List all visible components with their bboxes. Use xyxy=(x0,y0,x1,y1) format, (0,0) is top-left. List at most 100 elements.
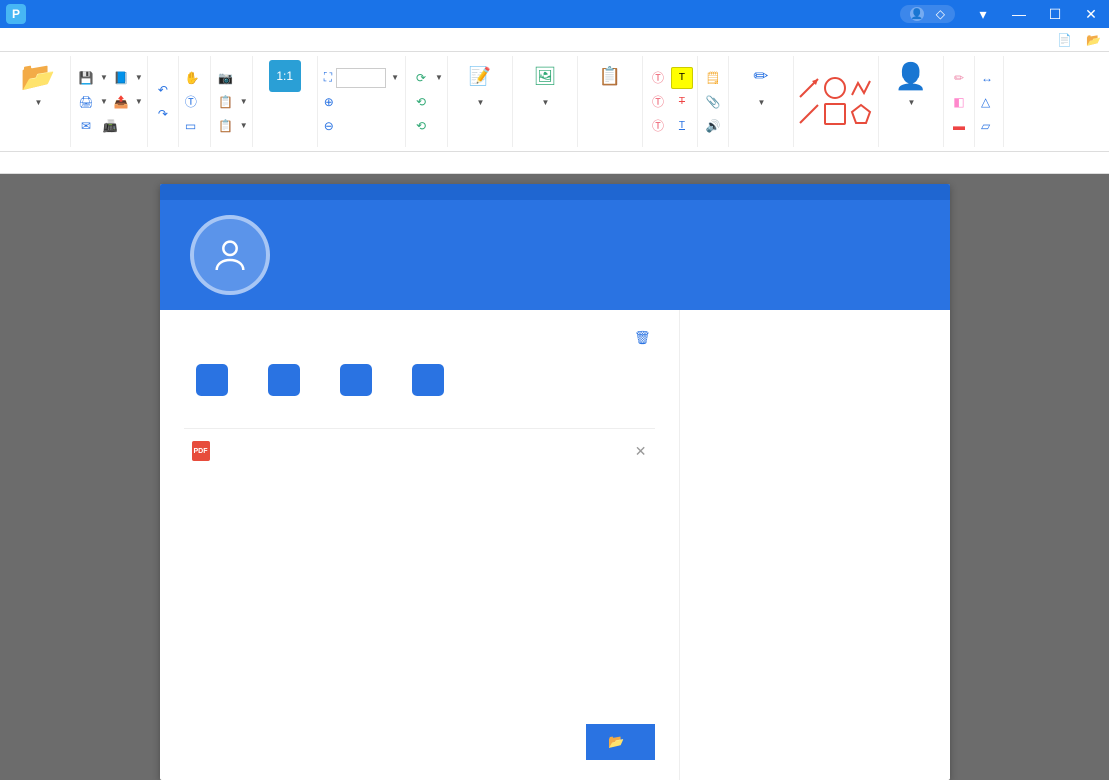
rec-icon-compress xyxy=(340,364,372,396)
sound-tool[interactable]: 🔊 xyxy=(702,115,724,137)
app-logo-icon: P xyxy=(6,4,26,24)
window-controls: ▾ — ☐ ✕ xyxy=(965,0,1109,28)
hero-banner xyxy=(160,200,950,310)
stamp-icon: 👤 xyxy=(895,60,927,92)
rec-icon-recovery xyxy=(412,364,444,396)
open-button[interactable]: 📂 ▼ xyxy=(10,56,66,108)
close-button[interactable]: ✕ xyxy=(1073,0,1109,28)
maximize-button[interactable]: ☐ xyxy=(1037,0,1073,28)
edit-form-button[interactable]: 📋 xyxy=(582,56,638,96)
hand-icon: ✋ xyxy=(185,71,200,85)
zoom-input[interactable] xyxy=(336,68,386,88)
export-button[interactable]: 📤 xyxy=(110,91,132,113)
annot-select-icon: ▭ xyxy=(185,119,196,133)
actual-size-button[interactable]: 1:1 xyxy=(257,56,313,96)
textbox-tool[interactable]: Ⓣ xyxy=(647,67,669,89)
search-icon: 📂 xyxy=(1086,33,1101,47)
print-button[interactable]: 🖨 xyxy=(75,91,97,113)
recent-file-row[interactable]: PDF ✕ xyxy=(184,428,655,473)
clear-button[interactable]: 🗑 xyxy=(634,330,655,346)
highlight-tool[interactable]: T xyxy=(671,67,693,89)
login-status-pill[interactable]: 👤 ◇ xyxy=(900,5,955,23)
lines-button[interactable]: ✏ ▼ xyxy=(733,56,789,108)
line-shape[interactable] xyxy=(798,103,820,125)
menu-toggle-button[interactable]: ▾ xyxy=(965,0,1001,28)
rec-icon-word xyxy=(196,364,228,396)
eraser-top-tool[interactable]: ✏ xyxy=(948,67,970,89)
circle-shape[interactable] xyxy=(824,77,846,99)
find-button[interactable]: 📄 xyxy=(1051,33,1080,47)
find-icon: 📄 xyxy=(1057,33,1072,47)
start-page-title xyxy=(160,184,950,200)
square-shape[interactable] xyxy=(824,103,846,125)
distance-tool[interactable]: ↔ xyxy=(979,67,999,89)
zoom-in-icon: ⊕ xyxy=(324,95,334,109)
arrow-shape[interactable] xyxy=(798,77,820,99)
shape-palette xyxy=(798,77,874,127)
property-bar xyxy=(0,152,1109,174)
scan-button[interactable]: 📠 xyxy=(99,115,121,137)
open-more-button[interactable]: 📂 xyxy=(586,724,654,760)
edit-text-button[interactable]: 📝 ▼ xyxy=(452,56,508,108)
strikeout-tool[interactable]: T xyxy=(671,91,693,113)
polyline-shape[interactable] xyxy=(850,77,872,99)
area-tool[interactable]: ▱ xyxy=(979,115,999,137)
rotate-ccw2-button[interactable]: ⟲ xyxy=(410,115,432,137)
start-left-panel: 🗑 PDF ✕ 📂 xyxy=(160,310,680,780)
snapshot-button[interactable]: 📷 xyxy=(215,67,237,89)
edit-form-icon: 📋 xyxy=(594,60,626,92)
perimeter-tool[interactable]: △ xyxy=(979,91,999,113)
rotate-ccw-button[interactable]: ⟲ xyxy=(410,91,432,113)
remove-recent-button[interactable]: ✕ xyxy=(635,443,647,460)
diamond-icon: ◇ xyxy=(936,7,945,21)
polygon-shape[interactable] xyxy=(850,103,872,125)
titlebar: P 👤 ◇ ▾ — ☐ ✕ xyxy=(0,0,1109,28)
underline-tool[interactable]: T xyxy=(671,115,693,137)
text-select-icon: Ⓣ xyxy=(185,93,197,110)
menubar: 📄 📂 xyxy=(0,28,1109,52)
area-icon: ▱ xyxy=(981,119,990,133)
help-list xyxy=(704,348,926,418)
zoom-out-button[interactable]: ⊖ xyxy=(322,115,401,137)
rec-pdf-to-ppt[interactable] xyxy=(268,364,300,404)
start-right-panel xyxy=(680,310,950,780)
rotate-cw-button[interactable]: ⟳ xyxy=(410,67,432,89)
note-tool[interactable]: 🗒 xyxy=(702,67,724,89)
rec-pdf-to-word[interactable] xyxy=(196,364,228,404)
rec-data-recovery[interactable] xyxy=(412,364,444,404)
textbox2-tool[interactable]: Ⓣ xyxy=(647,91,669,113)
callout-tool[interactable]: Ⓣ xyxy=(647,115,669,137)
redact-tool[interactable]: ▬ xyxy=(948,115,970,137)
pencil-icon: ✏ xyxy=(745,60,777,92)
minimize-button[interactable]: — xyxy=(1001,0,1037,28)
trash-icon: 🗑 xyxy=(634,330,651,346)
stamp-button[interactable]: 👤 ▼ xyxy=(883,56,939,108)
rec-pdf-compress[interactable] xyxy=(340,364,372,404)
save-button[interactable]: 💾 xyxy=(75,67,97,89)
clipboard-button[interactable]: 📋 xyxy=(215,91,237,113)
distance-icon: ↔ xyxy=(981,71,993,85)
add-icon: 🖼 xyxy=(529,60,561,92)
hand-tool[interactable]: ✋ xyxy=(183,67,206,89)
attach-tool[interactable]: 📎 xyxy=(702,91,724,113)
user-icon: 👤 xyxy=(910,7,924,21)
select-annot-tool[interactable]: ▭ xyxy=(183,115,206,137)
recommendation-row xyxy=(184,364,655,404)
hero-avatar-icon[interactable] xyxy=(190,215,270,295)
eraser-tool[interactable]: ◧ xyxy=(948,91,970,113)
search-button[interactable]: 📂 xyxy=(1080,33,1109,47)
workspace: 🗑 PDF ✕ 📂 xyxy=(0,174,1109,780)
undo-button[interactable]: ↶ xyxy=(152,79,174,101)
add-button[interactable]: 🖼 ▼ xyxy=(517,56,573,108)
mail-button[interactable]: ✉ xyxy=(75,115,97,137)
zoom-in-button[interactable]: ⊕ xyxy=(322,91,401,113)
select-text-tool[interactable]: Ⓣ xyxy=(183,91,206,113)
edit-text-icon: 📝 xyxy=(464,60,496,92)
pdf-file-icon: PDF xyxy=(192,441,210,461)
fit-page-icon[interactable]: ⛶ xyxy=(324,70,332,85)
convert-button[interactable]: 📘 xyxy=(110,67,132,89)
ribbon-toolbar: 📂 ▼ 💾▼ 📘▼ 🖨▼ 📤▼ ✉ 📠 ↶ ↷ xyxy=(0,52,1109,152)
clipboard2-button[interactable]: 📋 xyxy=(215,115,237,137)
folder-icon: 📂 xyxy=(608,734,624,750)
redo-button[interactable]: ↷ xyxy=(152,103,174,125)
